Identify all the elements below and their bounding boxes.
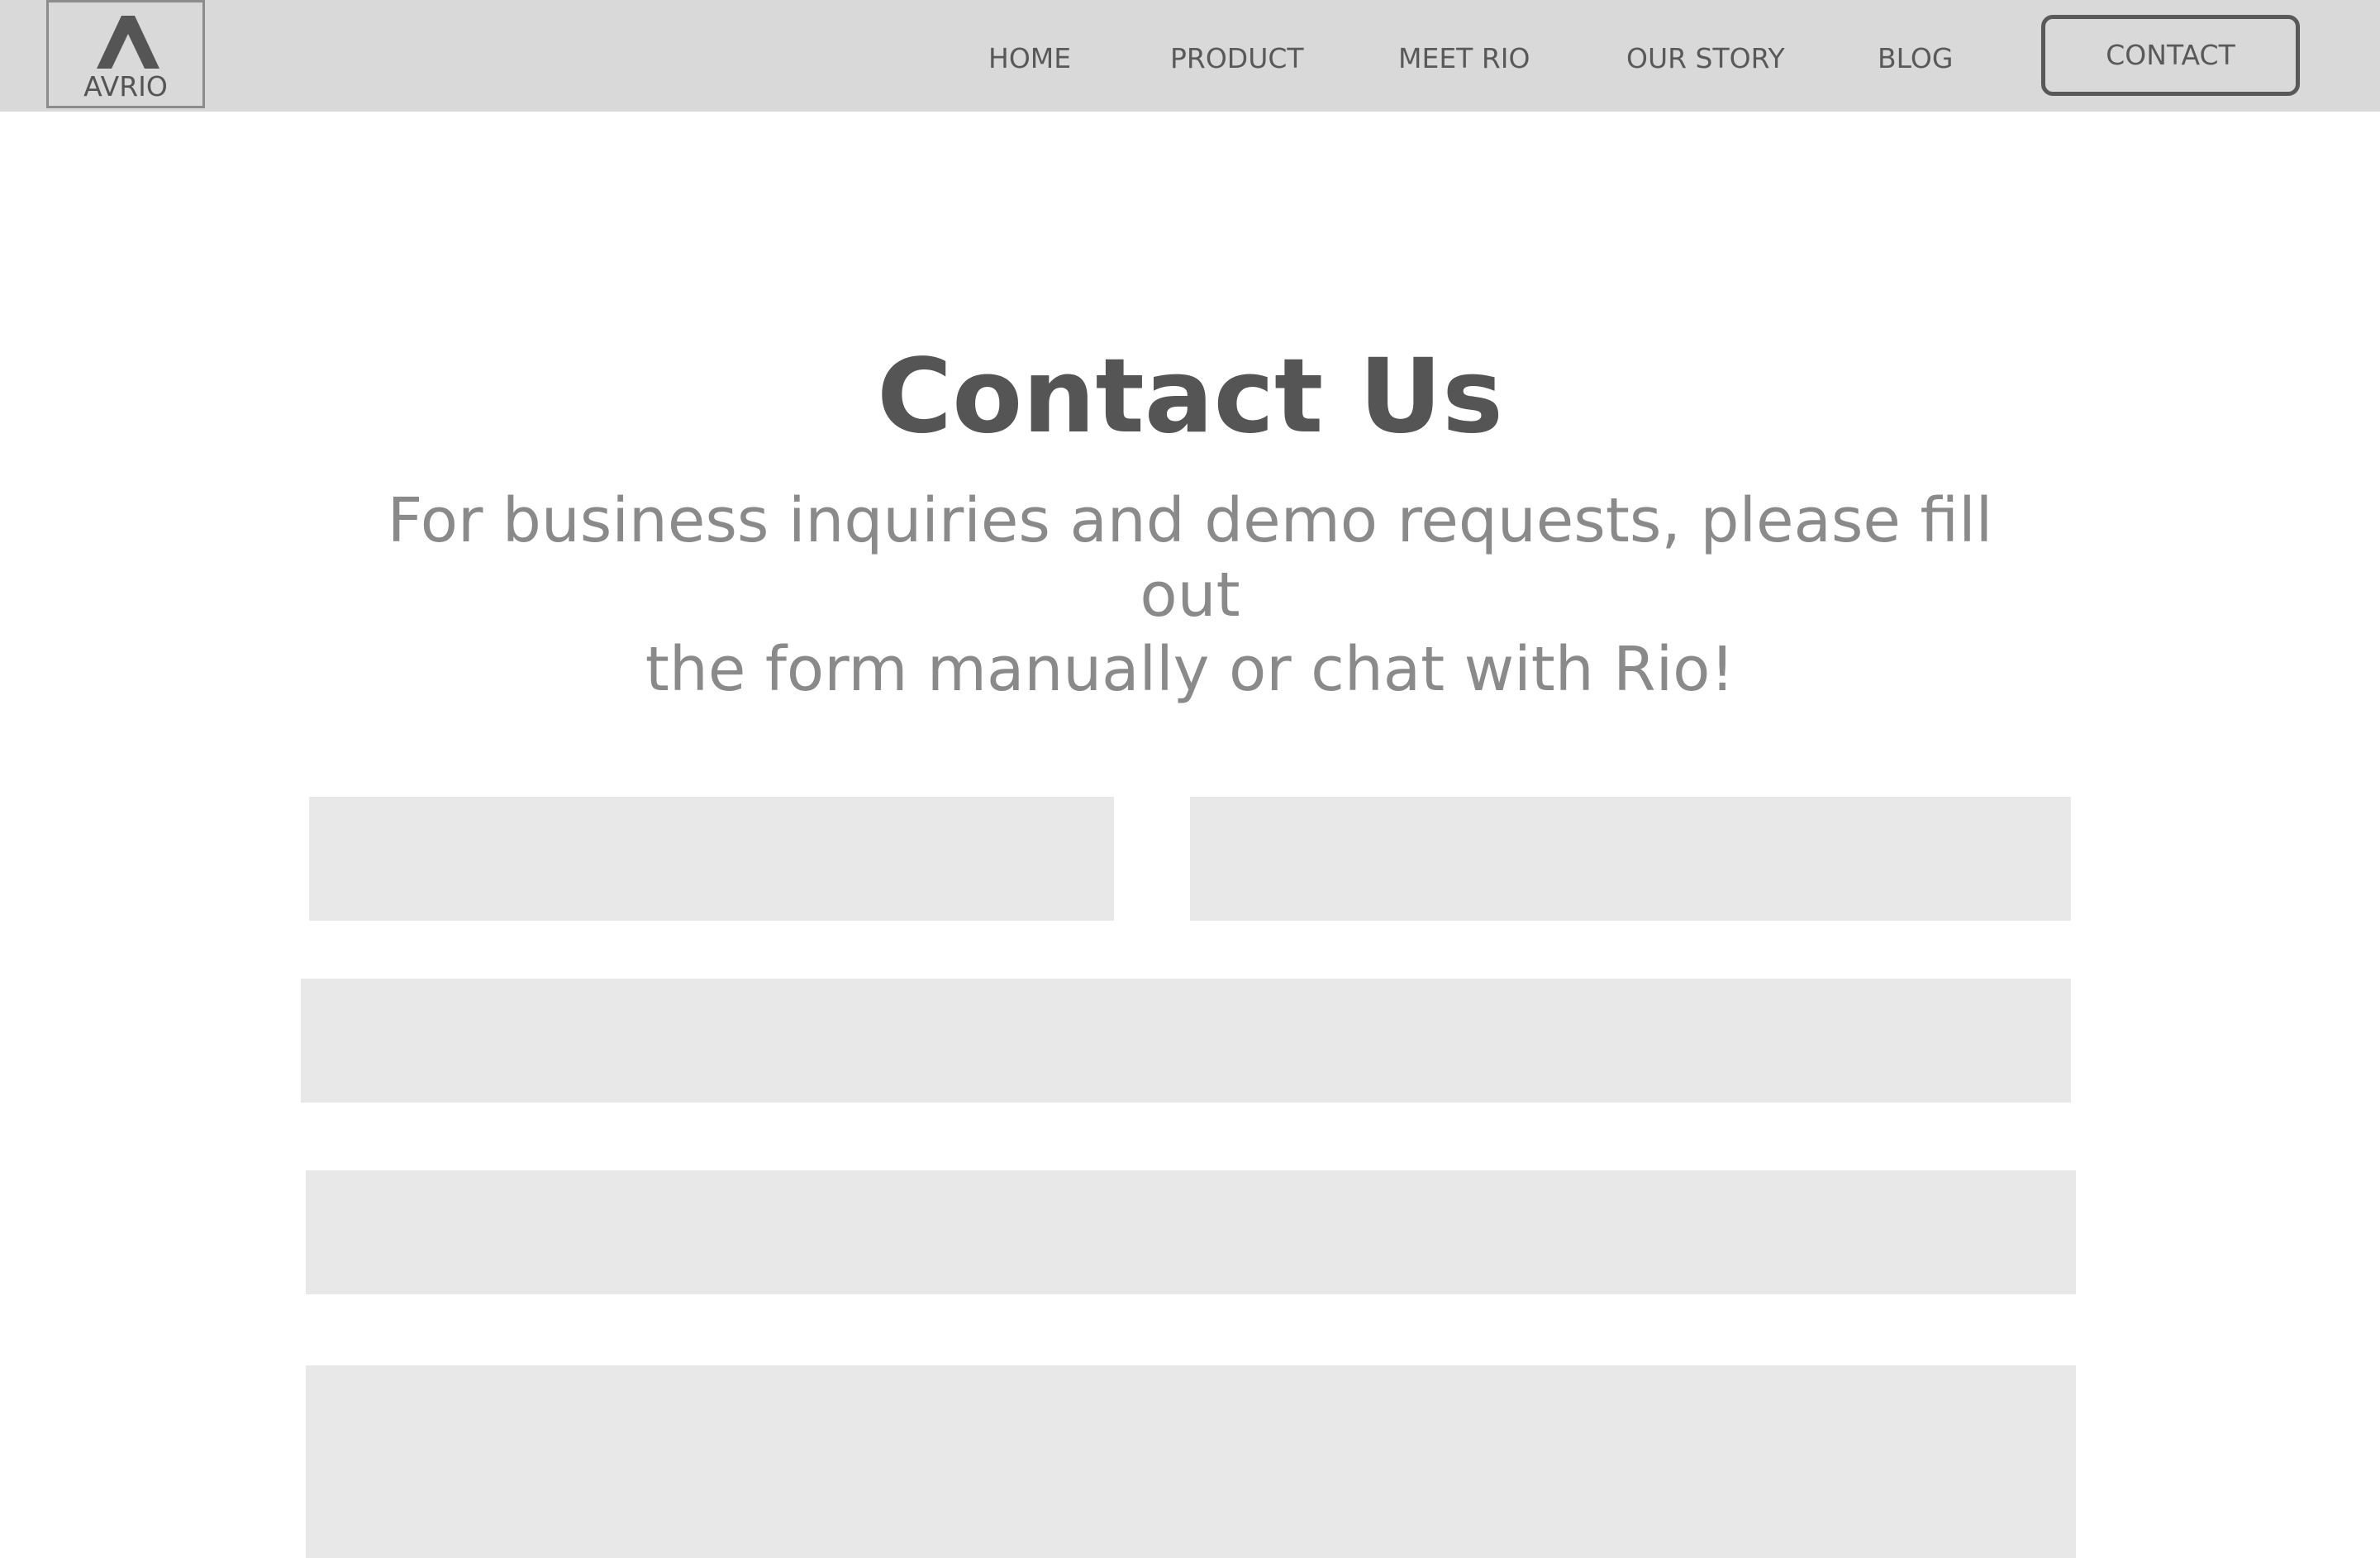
page: AVRIO HOME PRODUCT MEET RIO OUR STORY BL… [0, 0, 2380, 1558]
avrio-logo[interactable]: AVRIO [46, 0, 205, 108]
subtitle-line-1: For business inquiries and demo requests… [387, 485, 1993, 631]
contact-button[interactable]: CONTACT [2041, 15, 2300, 96]
nav-home[interactable]: HOME [988, 38, 1071, 79]
third-input[interactable] [301, 979, 2071, 1103]
logo-text: AVRIO [83, 70, 168, 102]
nav-blog[interactable]: BLOG [1878, 38, 1953, 79]
nav-meet-rio[interactable]: MEET RIO [1398, 38, 1530, 79]
second-input[interactable] [1190, 797, 2071, 921]
chevron-up-icon [97, 16, 159, 69]
top-nav-bar: AVRIO HOME PRODUCT MEET RIO OUR STORY BL… [0, 0, 2380, 112]
page-title: Contact Us [877, 337, 1503, 456]
nav-our-story[interactable]: OUR STORY [1626, 38, 1785, 79]
nav-product[interactable]: PRODUCT [1170, 38, 1304, 79]
message-textarea[interactable] [306, 1365, 2076, 1558]
fourth-input[interactable] [306, 1170, 2076, 1294]
subtitle-line-2: the form manually or chat with Rio! [645, 634, 1735, 705]
page-subtitle: For business inquiries and demo requests… [331, 484, 2049, 707]
first-input[interactable] [309, 797, 1114, 921]
